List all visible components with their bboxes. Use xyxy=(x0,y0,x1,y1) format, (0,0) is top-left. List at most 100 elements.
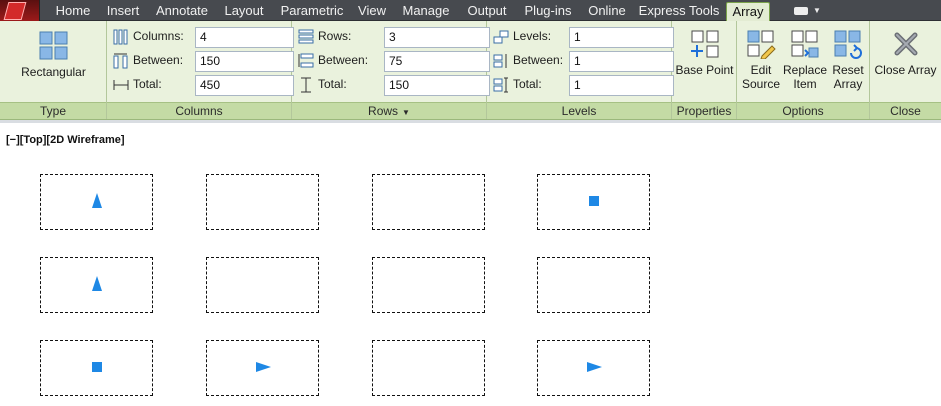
properties-panel: Base Point Properties xyxy=(672,21,737,119)
rows-total-input[interactable]: 150 xyxy=(384,75,490,96)
reset-array-label-2: Array xyxy=(833,77,863,91)
close-panel: Close Array Close xyxy=(870,21,941,119)
close-array-button[interactable]: Close Array xyxy=(872,25,939,77)
autocad-logo-icon xyxy=(3,2,27,20)
array-item-cell[interactable] xyxy=(206,174,319,230)
chevron-down-icon: ▼ xyxy=(402,108,410,117)
triangle-right-shape xyxy=(256,362,271,372)
columns-count-row: Columns: 4 xyxy=(113,26,294,48)
rows-count-row: Rows: 3 xyxy=(298,26,490,48)
columns-panel: Columns: 4 Between: 150 Total: 450 Colum… xyxy=(107,21,294,119)
levels-total-row: Total: 1 xyxy=(493,74,674,96)
reset-array-label-1: Reset xyxy=(832,63,864,77)
square-shape xyxy=(92,362,102,372)
reset-array-button[interactable]: Reset Array xyxy=(827,25,869,91)
levels-count-input[interactable]: 1 xyxy=(569,27,674,48)
array-item-cell[interactable] xyxy=(372,174,485,230)
rectangular-label: Rectangular xyxy=(21,65,86,79)
levels-panel-title: Levels xyxy=(487,102,671,119)
columns-total-row: Total: 450 xyxy=(113,74,294,96)
tab-array[interactable]: Array xyxy=(726,2,770,21)
columns-icon xyxy=(113,29,128,45)
column-spacing-icon xyxy=(113,53,128,69)
array-item-cell[interactable] xyxy=(40,174,153,230)
replace-item-button[interactable]: Replace Item xyxy=(783,25,827,91)
tab-output[interactable]: Output xyxy=(462,2,512,21)
tab-plug-ins[interactable]: Plug-ins xyxy=(520,2,576,21)
array-item-cell[interactable] xyxy=(206,340,319,396)
array-item-cell[interactable] xyxy=(372,257,485,313)
columns-between-input[interactable]: 150 xyxy=(195,51,294,72)
column-total-icon xyxy=(113,80,129,90)
array-item-cell[interactable] xyxy=(537,174,650,230)
levels-icon xyxy=(493,30,509,44)
viewport-controls[interactable]: [−][Top][2D Wireframe] xyxy=(6,134,125,146)
replace-item-label-1: Replace xyxy=(783,63,828,77)
rows-total-label: Total: xyxy=(318,77,347,91)
rows-between-row: Between: 75 xyxy=(298,50,490,72)
columns-total-input[interactable]: 450 xyxy=(195,75,294,96)
array-item-cell[interactable] xyxy=(372,340,485,396)
rows-panel-title[interactable]: Rows ▼ xyxy=(292,102,486,119)
row-spacing-icon xyxy=(298,53,314,68)
array-item-cell[interactable] xyxy=(40,257,153,313)
levels-between-input[interactable]: 1 xyxy=(569,51,674,72)
square-shape xyxy=(589,196,599,206)
array-item-cell[interactable] xyxy=(537,257,650,313)
tab-express-tools[interactable]: Express Tools xyxy=(638,2,720,21)
rectangular-array-icon xyxy=(39,31,67,60)
tab-parametric[interactable]: Parametric xyxy=(276,2,348,21)
columns-total-label: Total: xyxy=(133,77,162,91)
replace-item-label-2: Item xyxy=(793,77,817,91)
camera-icon xyxy=(794,7,808,15)
rows-total-row: Total: 150 xyxy=(298,74,490,96)
reset-array-icon xyxy=(834,30,862,59)
application-menu-button[interactable] xyxy=(0,0,40,21)
edit-source-label-2: Source xyxy=(741,77,781,91)
rectangular-button[interactable]: Rectangular xyxy=(8,25,99,79)
columns-panel-title: Columns xyxy=(107,102,291,119)
options-panel: Edit Source Replace Item Reset Array Opt… xyxy=(737,21,870,119)
workspace-toggle[interactable]: ▼ xyxy=(791,3,823,18)
tab-online[interactable]: Online xyxy=(584,2,630,21)
tab-insert[interactable]: Insert xyxy=(100,2,146,21)
triangle-up-shape xyxy=(92,193,102,208)
levels-between-row: Between: 1 xyxy=(493,50,674,72)
tab-annotate[interactable]: Annotate xyxy=(150,2,214,21)
array-item-cell[interactable] xyxy=(206,257,319,313)
tab-view[interactable]: View xyxy=(354,2,390,21)
columns-label: Columns: xyxy=(133,29,184,43)
type-panel: Rectangular Type xyxy=(0,21,107,119)
triangle-right-shape xyxy=(587,362,602,372)
levels-panel: Levels: 1 Between: 1 Total: 1 Levels xyxy=(487,21,674,119)
edit-source-button[interactable]: Edit Source xyxy=(739,25,783,91)
levels-count-row: Levels: 1 xyxy=(493,26,674,48)
level-total-icon xyxy=(493,77,508,93)
tab-layout[interactable]: Layout xyxy=(220,2,268,21)
level-spacing-icon xyxy=(493,54,507,68)
tab-home[interactable]: Home xyxy=(48,2,98,21)
base-point-button[interactable]: Base Point xyxy=(674,25,735,77)
array-item-cell[interactable] xyxy=(537,340,650,396)
base-point-label: Base Point xyxy=(675,63,734,77)
options-panel-title: Options xyxy=(737,102,869,119)
drawing-canvas[interactable]: [−][Top][2D Wireframe] xyxy=(0,120,941,406)
rows-panel-title-label: Rows xyxy=(368,104,399,118)
replace-item-icon xyxy=(791,30,819,58)
edit-source-label-1: Edit xyxy=(750,63,772,77)
rows-between-input[interactable]: 75 xyxy=(384,51,490,72)
rows-count-input[interactable]: 3 xyxy=(384,27,490,48)
tab-manage[interactable]: Manage xyxy=(398,2,454,21)
rows-icon xyxy=(298,29,314,44)
levels-total-input[interactable]: 1 xyxy=(569,75,674,96)
columns-count-input[interactable]: 4 xyxy=(195,27,294,48)
rows-between-label: Between: xyxy=(318,53,369,67)
levels-between-label: Between: xyxy=(513,53,564,67)
columns-between-label: Between: xyxy=(133,53,184,67)
properties-panel-title: Properties xyxy=(672,102,736,119)
columns-between-row: Between: 150 xyxy=(113,50,294,72)
close-array-label: Close Array xyxy=(874,63,937,77)
levels-label: Levels: xyxy=(513,29,552,43)
array-item-cell[interactable] xyxy=(40,340,153,396)
base-point-icon xyxy=(690,30,718,58)
